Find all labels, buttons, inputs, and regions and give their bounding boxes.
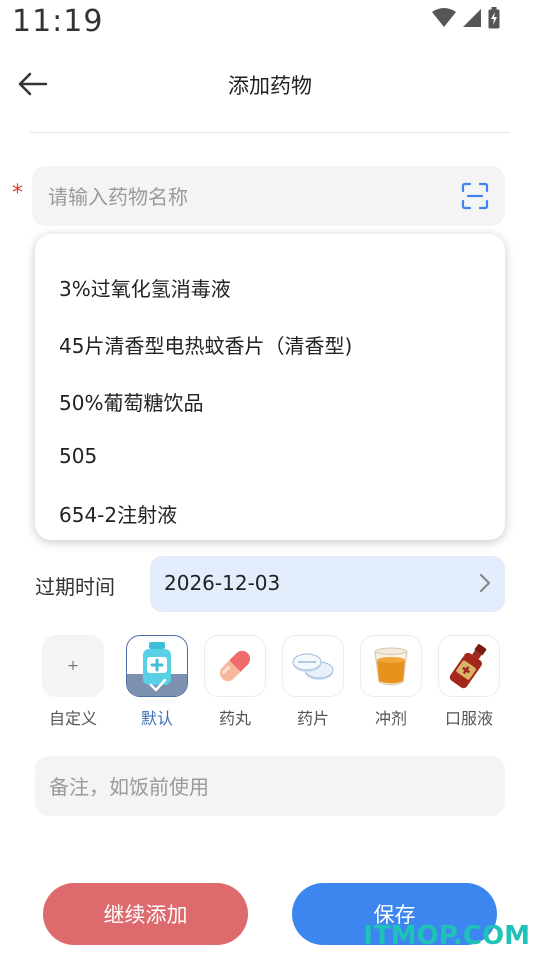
suggestion-item[interactable]: 50%葡萄糖饮品 xyxy=(59,387,203,416)
capsule-icon xyxy=(219,650,251,682)
chevron-right-icon xyxy=(479,573,491,593)
suggestion-item[interactable]: 45片清香型电热蚊香片（清香型) xyxy=(59,330,352,359)
dosage-form-custom: + 自定义 xyxy=(42,635,104,728)
dosage-form-pill: 药丸 xyxy=(204,635,266,728)
dosage-form-granule: 冲剂 xyxy=(360,635,422,728)
dosage-form-label: 冲剂 xyxy=(374,709,407,728)
wifi-icon xyxy=(432,8,456,27)
suggestion-item[interactable]: 3%过氧化氢消毒液 xyxy=(59,273,231,302)
drug-name-input[interactable] xyxy=(46,166,450,228)
dosage-form-label: 药片 xyxy=(296,709,329,728)
dosage-form-label: 默认 xyxy=(140,709,173,728)
app-header: 添加药物 xyxy=(0,56,540,112)
expiry-date-value: 2026-12-03 xyxy=(164,571,281,595)
tablet-icon xyxy=(292,653,334,680)
checkmark-icon xyxy=(149,678,167,692)
dosage-form-label: 自定义 xyxy=(48,709,97,728)
cellular-signal-icon xyxy=(463,9,481,27)
suggestion-dropdown: 3%过氧化氢消毒液 45片清香型电热蚊香片（清香型) 50%葡萄糖饮品 505 … xyxy=(35,234,505,540)
note-input[interactable] xyxy=(47,756,491,818)
status-bar: 11:19 xyxy=(0,0,540,44)
dosage-form-pill-tile[interactable] xyxy=(204,635,266,697)
watermark: ITMOP.COM xyxy=(363,921,530,951)
plus-icon: + xyxy=(67,658,79,674)
dosage-form-tablet-tile[interactable] xyxy=(282,635,344,697)
suggestion-item[interactable]: 654-2注射液 xyxy=(59,499,177,528)
expiry-label: 过期时间 xyxy=(35,575,115,599)
dosage-form-custom-tile[interactable]: + xyxy=(42,635,104,697)
required-mark: * xyxy=(12,181,23,206)
dosage-form-granule-tile[interactable] xyxy=(360,635,422,697)
dosage-form-tablet: 药片 xyxy=(282,635,344,728)
page-title: 添加药物 xyxy=(228,74,312,98)
dosage-form-oral-liquid: 口服液 xyxy=(438,635,500,728)
suggestion-item[interactable]: 505 xyxy=(59,444,97,468)
note-field xyxy=(35,756,505,818)
dosage-form-oral-liquid-tile[interactable] xyxy=(438,635,500,697)
battery-charging-icon xyxy=(488,7,500,29)
dosage-form-label: 药丸 xyxy=(218,709,251,728)
oral-liquid-bottle-icon xyxy=(449,644,487,689)
expiry-date-picker[interactable]: 2026-12-03 xyxy=(150,556,505,612)
dosage-form-label: 口服液 xyxy=(444,709,493,728)
dosage-form-default: 默认 xyxy=(126,635,188,728)
header-divider xyxy=(30,132,510,133)
continue-add-button[interactable]: 继续添加 xyxy=(43,883,248,945)
status-icons xyxy=(432,7,500,29)
dosage-form-default-tile[interactable] xyxy=(126,635,188,697)
granule-cup-icon xyxy=(374,647,408,686)
scan-icon[interactable] xyxy=(461,182,489,210)
status-time: 11:19 xyxy=(12,4,104,39)
drug-name-field xyxy=(32,166,505,228)
